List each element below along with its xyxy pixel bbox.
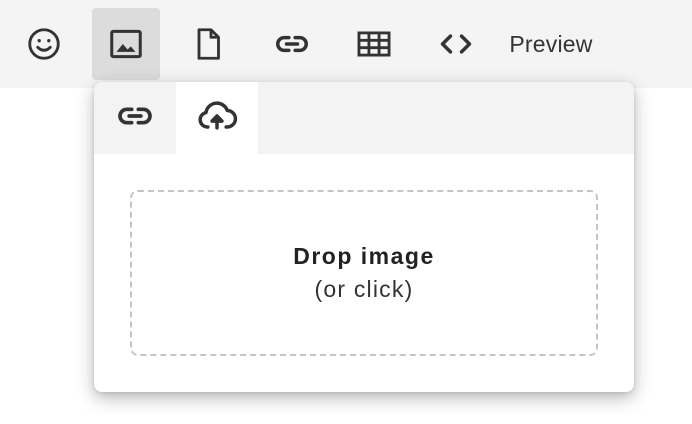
- popover-tabbar: [94, 82, 634, 154]
- table-icon: [355, 25, 393, 63]
- emoji-button[interactable]: [10, 8, 78, 80]
- dropzone-subtitle: (or click): [314, 276, 414, 302]
- image-icon: [107, 25, 145, 63]
- link-button[interactable]: [258, 8, 326, 80]
- cloud-upload-icon: [195, 94, 239, 143]
- dropzone-title: Drop image: [293, 243, 435, 269]
- table-button[interactable]: [340, 8, 408, 80]
- image-dropzone[interactable]: Drop image (or click): [130, 190, 598, 356]
- tab-image-link[interactable]: [94, 82, 176, 154]
- code-button[interactable]: [422, 8, 490, 80]
- link-icon: [273, 25, 311, 63]
- preview-button[interactable]: Preview: [496, 8, 606, 80]
- file-button[interactable]: [174, 8, 242, 80]
- link-icon: [115, 96, 155, 141]
- code-icon: [437, 25, 475, 63]
- editor-toolbar: Preview: [0, 0, 692, 88]
- image-upload-popover: Drop image (or click): [94, 82, 634, 392]
- emoji-icon: [26, 26, 62, 62]
- preview-label: Preview: [509, 30, 593, 57]
- file-icon: [190, 26, 226, 62]
- tab-image-upload[interactable]: [176, 82, 258, 154]
- image-button[interactable]: [92, 8, 160, 80]
